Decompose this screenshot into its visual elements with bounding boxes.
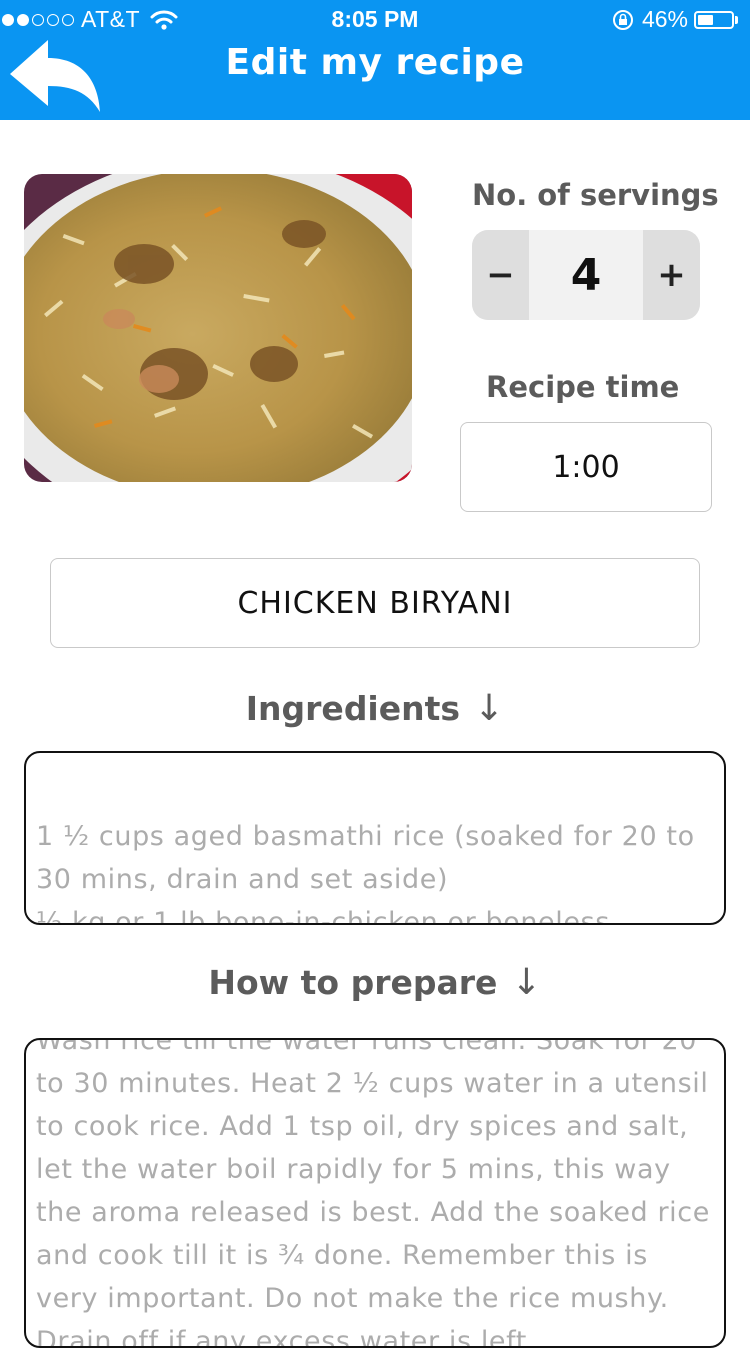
battery-icon (694, 10, 734, 29)
ingredients-textarea[interactable]: 1 ½ cups aged basmathi rice (soaked for … (24, 751, 726, 925)
arrow-down-icon: ↓ (474, 688, 505, 729)
orientation-lock-icon (612, 9, 633, 30)
preparation-text: Wash rice till the water runs clean. Soa… (36, 1038, 720, 1348)
battery-percentage: 46% (641, 6, 688, 32)
ingredients-heading: Ingredients ↓ (0, 688, 750, 729)
biryani-image (24, 174, 412, 482)
recipe-time-input[interactable]: 1:00 (460, 422, 712, 512)
increment-servings-button[interactable]: + (643, 230, 700, 320)
servings-label: No. of servings (472, 178, 719, 212)
preparation-heading: How to prepare ↓ (0, 962, 750, 1003)
servings-stepper: − 4 + (472, 230, 700, 320)
recipe-time-label: Recipe time (486, 370, 680, 404)
decrement-servings-button[interactable]: − (472, 230, 529, 320)
arrow-down-icon: ↓ (511, 962, 542, 1003)
page-title: Edit my recipe (225, 42, 525, 83)
ingredients-text: 1 ½ cups aged basmathi rice (soaked for … (36, 821, 695, 925)
ingredients-heading-text: Ingredients (245, 689, 461, 728)
preparation-textarea[interactable]: Wash rice till the water runs clean. Soa… (24, 1038, 726, 1348)
preparation-heading-text: How to prepare (208, 963, 498, 1002)
app-header: AT&T 8:05 PM 46% Edit my recipe (0, 0, 750, 120)
servings-value: 4 (529, 230, 643, 320)
recipe-name-input[interactable]: CHICKEN BIRYANI (50, 558, 700, 648)
recipe-photo[interactable] (24, 174, 412, 482)
status-bar: AT&T 8:05 PM 46% (0, 0, 750, 40)
